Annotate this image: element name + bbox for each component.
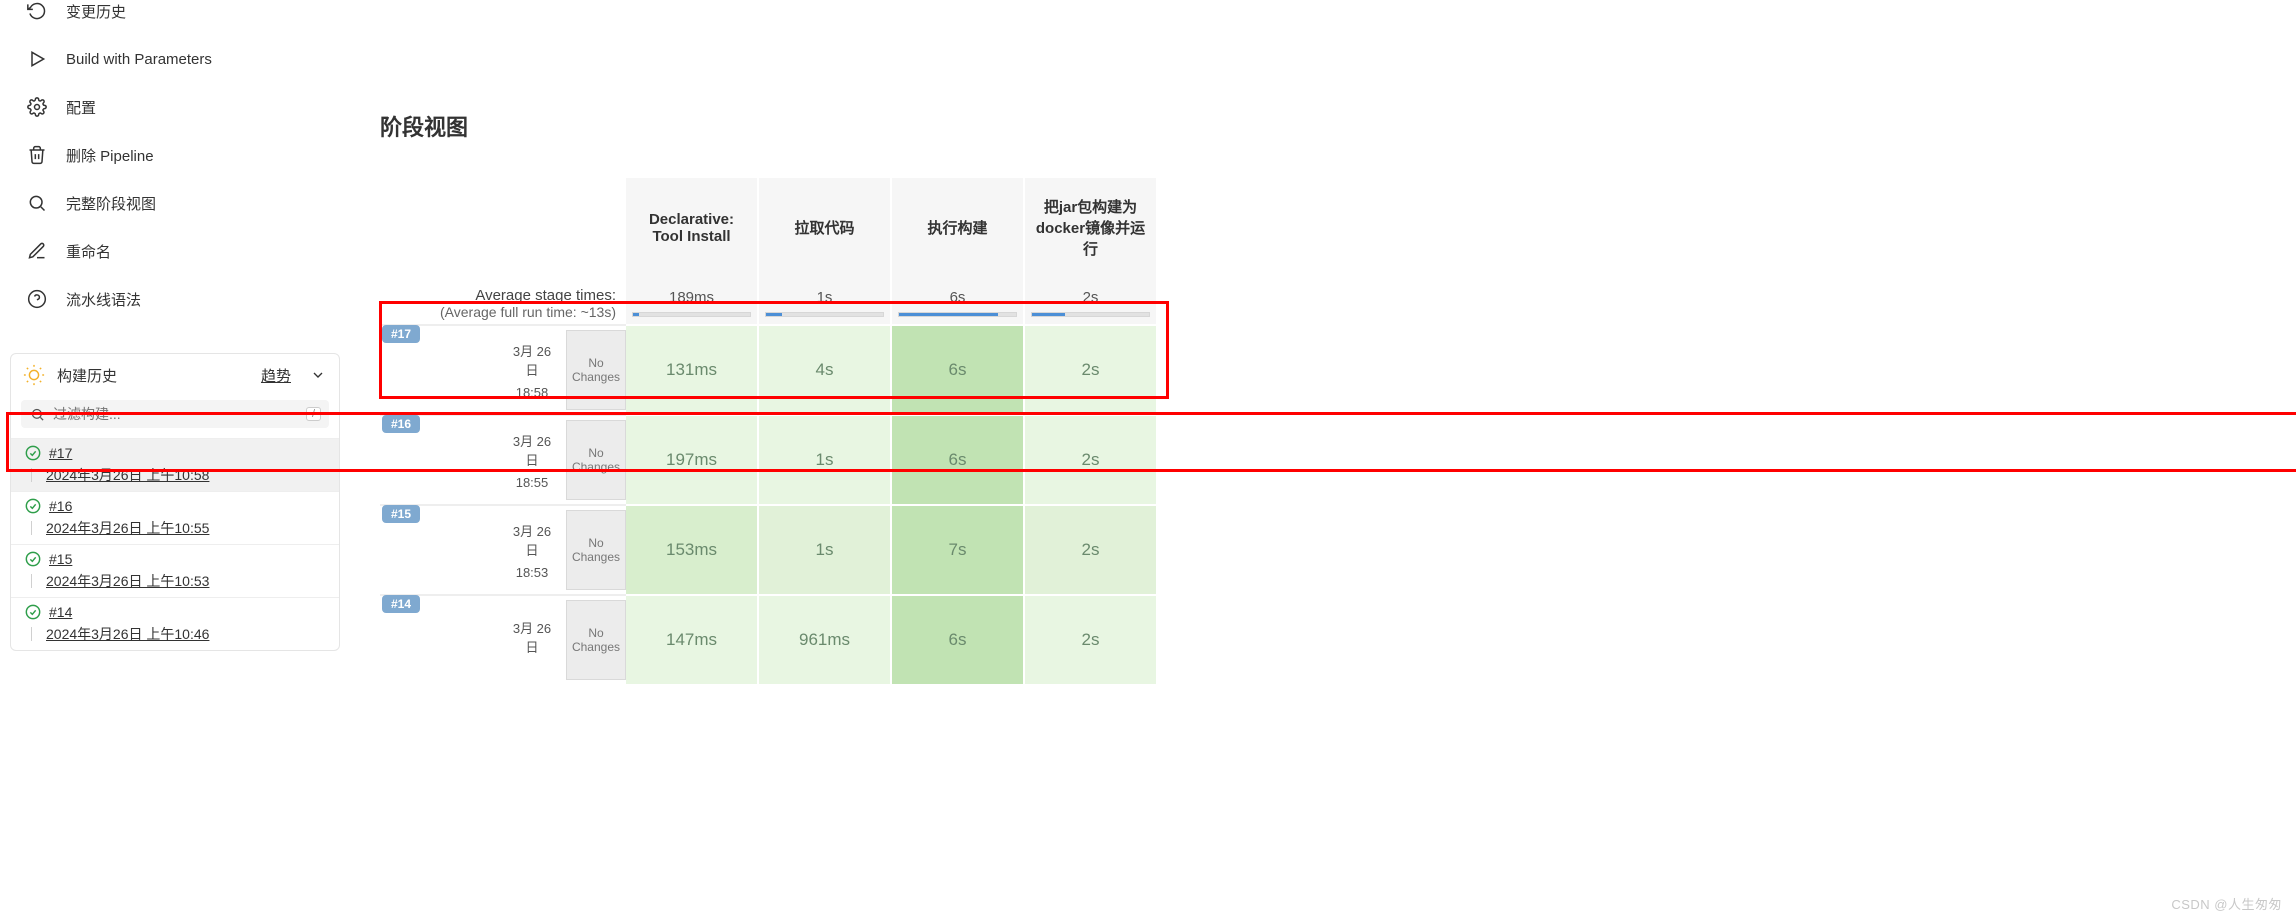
run-changes: NoChanges bbox=[566, 420, 626, 500]
run-datetime: 3月 26日18:55 bbox=[502, 416, 562, 504]
sidebar-item-label: Build with Parameters bbox=[66, 51, 212, 68]
stage-cell[interactable]: 1s bbox=[759, 504, 892, 594]
stage-cell[interactable]: 6s bbox=[892, 594, 1025, 684]
syntax-icon bbox=[26, 288, 48, 310]
sidebar-item-rename[interactable]: 重命名 bbox=[10, 227, 340, 275]
build-number[interactable]: #15 bbox=[49, 551, 72, 567]
stage-cell[interactable]: 131ms bbox=[626, 324, 759, 414]
slash-key-hint: / bbox=[306, 407, 321, 421]
stage-cell[interactable]: 1s bbox=[759, 414, 892, 504]
sidebar-item-label: 重命名 bbox=[66, 241, 111, 262]
build-history-item[interactable]: #14 2024年3月26日 上午10:46 bbox=[11, 597, 339, 650]
divider bbox=[31, 627, 32, 641]
avg-cell: 1s bbox=[759, 277, 892, 324]
stage-header: 拉取代码 bbox=[759, 178, 892, 277]
run-datetime: 3月 26日18:53 bbox=[502, 506, 562, 594]
sidebar-item-syntax[interactable]: 流水线语法 bbox=[10, 275, 340, 323]
sidebar-item-build[interactable]: Build with Parameters bbox=[10, 35, 340, 83]
sidebar-item-label: 完整阶段视图 bbox=[66, 193, 156, 214]
success-icon bbox=[25, 604, 41, 620]
avg-cell: 6s bbox=[892, 277, 1025, 324]
success-icon bbox=[25, 445, 41, 461]
run-badge[interactable]: #15 bbox=[382, 505, 420, 523]
avg-cell: 2s bbox=[1025, 277, 1158, 324]
stage-cell[interactable]: 2s bbox=[1025, 324, 1158, 414]
sidebar-item-label: 流水线语法 bbox=[66, 289, 141, 310]
stage-cell[interactable]: 147ms bbox=[626, 594, 759, 684]
build-number[interactable]: #16 bbox=[49, 498, 72, 514]
run-datetime: 3月 26日18:58 bbox=[502, 326, 562, 414]
stage-table: Declarative: Tool Install拉取代码执行构建把jar包构建… bbox=[380, 178, 1158, 684]
run-changes: NoChanges bbox=[566, 600, 626, 680]
build-history-item[interactable]: #17 2024年3月26日 上午10:58 bbox=[11, 438, 339, 491]
run-badge[interactable]: #16 bbox=[382, 415, 420, 433]
build-date[interactable]: 2024年3月26日 上午10:53 bbox=[46, 571, 209, 591]
weather-icon bbox=[23, 364, 45, 386]
stage-header: Declarative: Tool Install bbox=[626, 178, 759, 277]
sidebar-item-delete[interactable]: 删除 Pipeline bbox=[10, 131, 340, 179]
divider bbox=[31, 521, 32, 535]
chevron-down-icon[interactable] bbox=[309, 366, 327, 384]
stage-cell[interactable]: 2s bbox=[1025, 414, 1158, 504]
run-badge[interactable]: #17 bbox=[382, 325, 420, 343]
configure-icon bbox=[26, 96, 48, 118]
rename-icon bbox=[26, 240, 48, 262]
sidebar-item-fullstage[interactable]: 完整阶段视图 bbox=[10, 179, 340, 227]
divider bbox=[31, 468, 32, 482]
run-changes: NoChanges bbox=[566, 510, 626, 590]
build-number[interactable]: #17 bbox=[49, 445, 72, 461]
build-date[interactable]: 2024年3月26日 上午10:46 bbox=[46, 624, 209, 644]
stage-cell[interactable]: 153ms bbox=[626, 504, 759, 594]
sidebar: 变更历史 Build with Parameters 配置删除 Pipeline 完整… bbox=[0, 0, 350, 919]
build-history-item[interactable]: #15 2024年3月26日 上午10:53 bbox=[11, 544, 339, 597]
history-filter-input[interactable] bbox=[53, 406, 298, 422]
changes-icon bbox=[26, 0, 48, 22]
run-header[interactable]: #17 3月 26日18:58 NoChanges bbox=[380, 324, 626, 414]
history-filter[interactable]: / bbox=[21, 400, 329, 428]
run-header[interactable]: #16 3月 26日18:55 NoChanges bbox=[380, 414, 626, 504]
sidebar-item-label: 变更历史 bbox=[66, 1, 126, 22]
sidebar-item-label: 配置 bbox=[66, 97, 96, 118]
sidebar-item-changes[interactable]: 变更历史 bbox=[10, 0, 340, 35]
build-history-item[interactable]: #16 2024年3月26日 上午10:55 bbox=[11, 491, 339, 544]
sidebar-item-label: 删除 Pipeline bbox=[66, 145, 154, 166]
build-icon bbox=[26, 48, 48, 70]
success-icon bbox=[25, 498, 41, 514]
stage-cell[interactable]: 961ms bbox=[759, 594, 892, 684]
history-title: 构建历史 bbox=[57, 365, 117, 386]
trend-link[interactable]: 趋势 bbox=[261, 365, 291, 386]
stage-cell[interactable]: 6s bbox=[892, 414, 1025, 504]
build-date[interactable]: 2024年3月26日 上午10:55 bbox=[46, 518, 209, 538]
run-changes: NoChanges bbox=[566, 330, 626, 410]
stage-cell[interactable]: 4s bbox=[759, 324, 892, 414]
stage-header: 把jar包构建为docker镜像并运行 bbox=[1025, 178, 1158, 277]
run-header[interactable]: #15 3月 26日18:53 NoChanges bbox=[380, 504, 626, 594]
avg-cell: 189ms bbox=[626, 277, 759, 324]
run-datetime: 3月 26日 bbox=[502, 596, 562, 684]
main-content: 阶段视图 Declarative: Tool Install拉取代码执行构建把j… bbox=[350, 0, 2296, 919]
success-icon bbox=[25, 551, 41, 567]
search-icon bbox=[29, 406, 45, 422]
build-history-card: 构建历史 趋势 / #17 2024年3月26日 上午10:58 bbox=[10, 353, 340, 651]
run-badge[interactable]: #14 bbox=[382, 595, 420, 613]
stage-cell[interactable]: 197ms bbox=[626, 414, 759, 504]
stage-cell[interactable]: 7s bbox=[892, 504, 1025, 594]
stage-cell[interactable]: 2s bbox=[1025, 504, 1158, 594]
stage-view-title: 阶段视图 bbox=[380, 110, 2296, 142]
stage-header: 执行构建 bbox=[892, 178, 1025, 277]
run-header[interactable]: #14 3月 26日 NoChanges bbox=[380, 594, 626, 684]
fullstage-icon bbox=[26, 192, 48, 214]
avg-label: Average stage times: (Average full run t… bbox=[380, 277, 626, 324]
stage-cell[interactable]: 2s bbox=[1025, 594, 1158, 684]
build-date[interactable]: 2024年3月26日 上午10:58 bbox=[46, 465, 209, 485]
watermark: CSDN @人生匆匆 bbox=[2171, 894, 2282, 913]
stage-cell[interactable]: 6s bbox=[892, 324, 1025, 414]
sidebar-item-configure[interactable]: 配置 bbox=[10, 83, 340, 131]
build-number[interactable]: #14 bbox=[49, 604, 72, 620]
divider bbox=[31, 574, 32, 588]
delete-icon bbox=[26, 144, 48, 166]
